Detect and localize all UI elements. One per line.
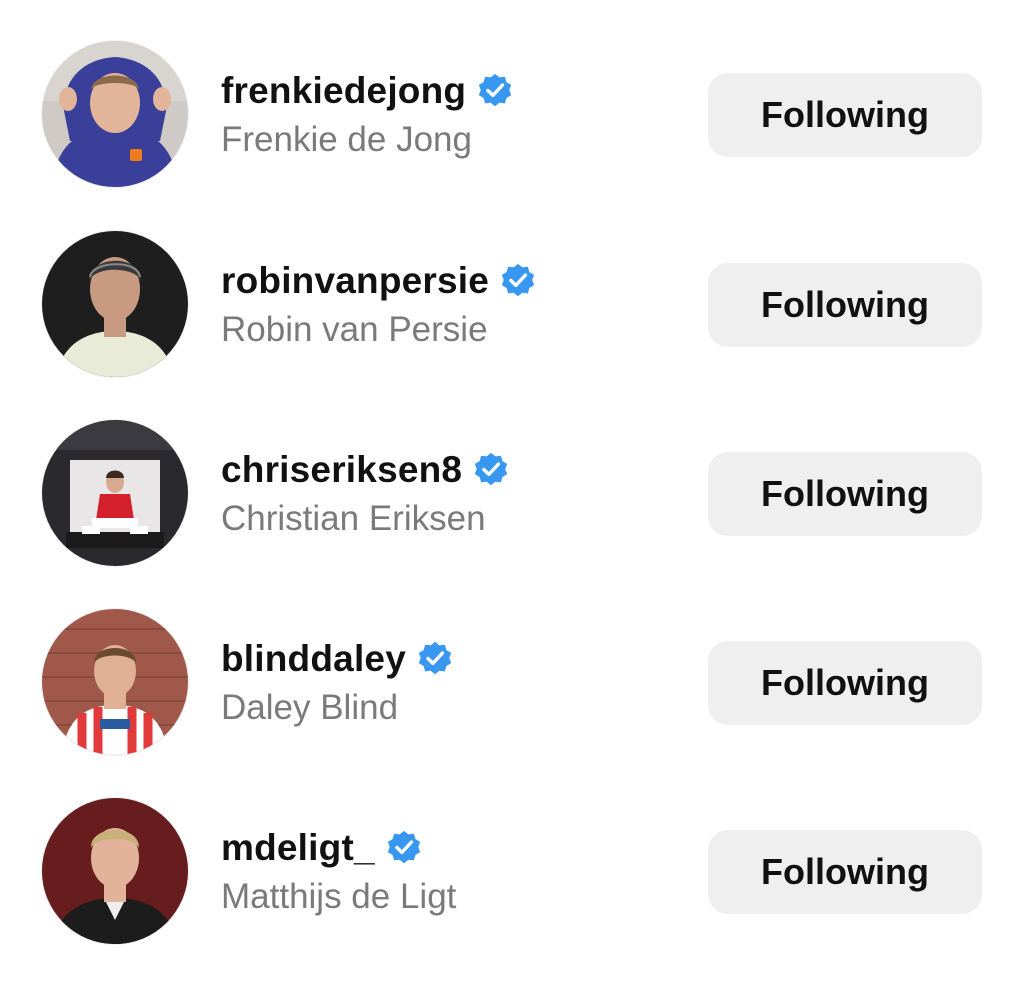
verified-badge-icon xyxy=(499,262,537,300)
avatar[interactable] xyxy=(42,420,188,566)
avatar[interactable] xyxy=(42,798,188,944)
username-line: blinddaley xyxy=(221,634,454,684)
username-line: chriseriksen8 xyxy=(221,445,510,495)
username[interactable]: frenkiedejong xyxy=(221,66,466,116)
avatar-image xyxy=(42,420,188,566)
following-button[interactable]: Following xyxy=(708,641,982,725)
full-name: Frenkie de Jong xyxy=(221,120,472,159)
following-button[interactable]: Following xyxy=(708,830,982,914)
name-block: robinvanpersie Robin van Persie xyxy=(221,256,537,353)
avatar-image xyxy=(42,609,188,755)
full-name: Christian Eriksen xyxy=(221,499,486,538)
list-item[interactable]: mdeligt_ Matthijs de Ligt Following xyxy=(0,757,1024,946)
verified-badge-icon xyxy=(476,72,514,110)
full-name: Matthijs de Ligt xyxy=(221,877,457,916)
username-line: mdeligt_ xyxy=(221,823,456,873)
full-name: Daley Blind xyxy=(221,688,399,727)
verified-badge-icon xyxy=(416,640,454,678)
name-block: blinddaley Daley Blind xyxy=(221,634,454,731)
following-button[interactable]: Following xyxy=(708,263,982,347)
list-item[interactable]: robinvanpersie Robin van Persie Followin… xyxy=(0,190,1024,379)
username[interactable]: blinddaley xyxy=(221,634,406,684)
name-block: chriseriksen8 Christian Eriksen xyxy=(221,445,510,542)
avatar[interactable] xyxy=(42,231,188,377)
verified-badge-icon xyxy=(385,829,423,867)
username-line: frenkiedejong xyxy=(221,66,514,116)
avatar-image xyxy=(42,231,188,377)
list-item[interactable]: chriseriksen8 Christian Eriksen Followin… xyxy=(0,379,1024,568)
avatar-image xyxy=(42,41,188,187)
list-item[interactable]: frenkiedejong Frenkie de Jong Following xyxy=(0,0,1024,189)
username[interactable]: chriseriksen8 xyxy=(221,445,462,495)
avatar[interactable] xyxy=(42,41,188,187)
username[interactable]: robinvanpersie xyxy=(221,256,489,306)
username-line: robinvanpersie xyxy=(221,256,537,306)
username[interactable]: mdeligt_ xyxy=(221,823,375,873)
list-item[interactable]: blinddaley Daley Blind Following xyxy=(0,568,1024,757)
name-block: mdeligt_ Matthijs de Ligt xyxy=(221,823,456,920)
following-list: frenkiedejong Frenkie de Jong Following … xyxy=(0,0,1024,985)
avatar-image xyxy=(42,798,188,944)
verified-badge-icon xyxy=(472,451,510,489)
following-button[interactable]: Following xyxy=(708,73,982,157)
full-name: Robin van Persie xyxy=(221,310,488,349)
name-block: frenkiedejong Frenkie de Jong xyxy=(221,66,514,163)
avatar[interactable] xyxy=(42,609,188,755)
following-button[interactable]: Following xyxy=(708,452,982,536)
